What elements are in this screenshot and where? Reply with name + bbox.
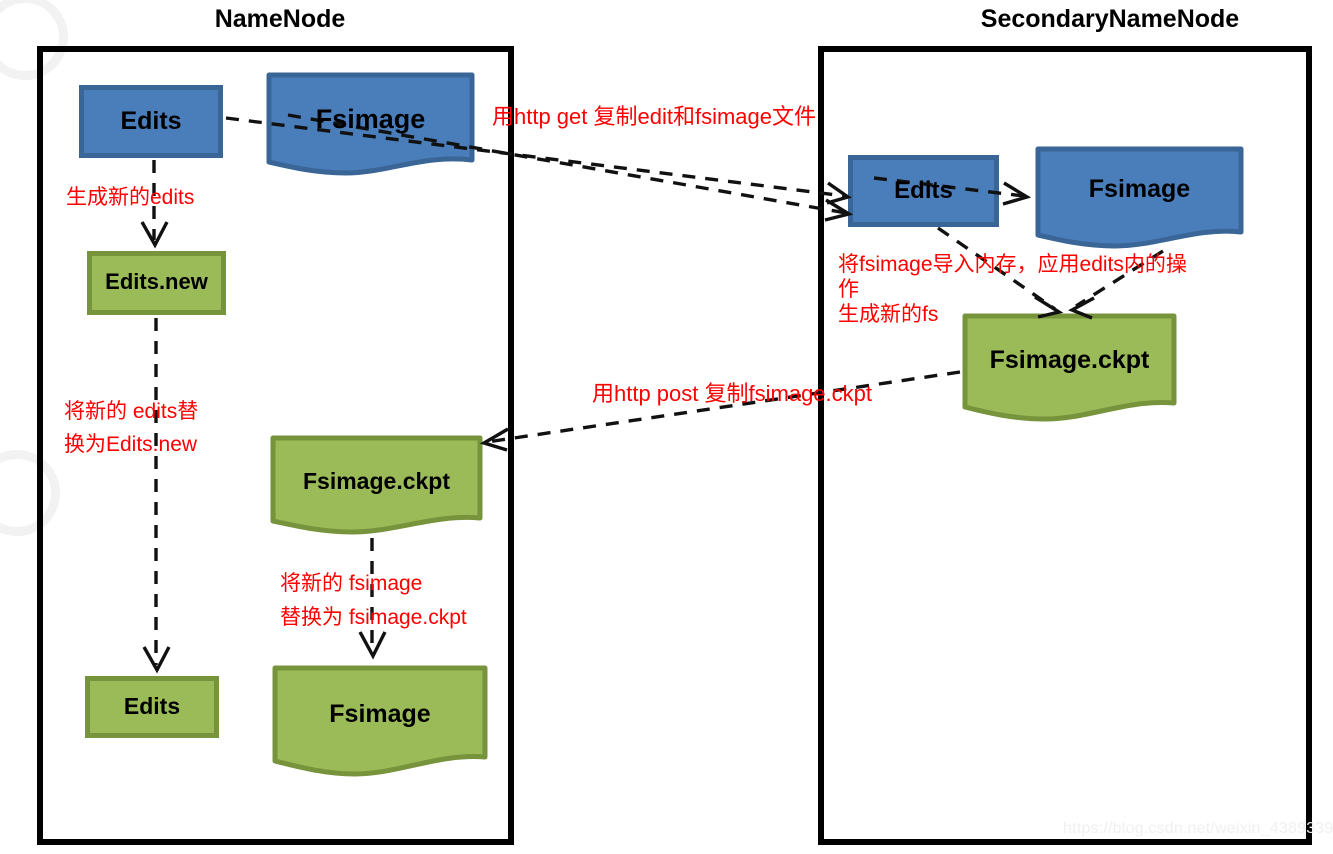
node-label: Fsimage bbox=[315, 104, 426, 134]
node-label: Edits bbox=[894, 177, 953, 204]
namenode-edits-final-node: Edits bbox=[85, 676, 219, 738]
diagram-canvas: NameNode SecondaryNameNode Edits Fsimage… bbox=[0, 0, 1333, 854]
annotation-merge-line2: 作 bbox=[838, 278, 859, 301]
snn-edits-node: Edits bbox=[848, 155, 999, 227]
node-label: Fsimage.ckpt bbox=[303, 468, 450, 494]
namenode-fsimage-ckpt-node: Fsimage.ckpt bbox=[270, 435, 483, 535]
annotation-replace-edits-line2: 换为Edits.new bbox=[64, 433, 198, 456]
node-label: Edits.new bbox=[105, 269, 208, 294]
annotation-merge-line1: 将fsimage导入内存，应用edits内的操 bbox=[838, 253, 1187, 276]
annotation-merge-line3: 生成新的fs bbox=[838, 303, 939, 326]
snn-fsimage-ckpt-node: Fsimage.ckpt bbox=[962, 313, 1177, 423]
annotation-http-get: 用http get 复制edit和fsimage文件 bbox=[492, 104, 817, 129]
secondarynamenode-title: SecondaryNameNode bbox=[980, 5, 1240, 33]
node-label: Edits bbox=[123, 693, 181, 719]
annotation-replace-edits-line1: 将新的 edits替 bbox=[64, 400, 199, 423]
namenode-edits-old-node: Edits bbox=[79, 85, 223, 158]
watermark-url: https://blog.csdn.net/weixin_43893397 bbox=[1063, 820, 1333, 837]
annotation-replace-fsimage-line1: 将新的 fsimage bbox=[280, 572, 423, 595]
node-label: Fsimage bbox=[1088, 175, 1191, 203]
snn-fsimage-node: Fsimage bbox=[1035, 146, 1244, 251]
node-label: Edits bbox=[120, 107, 182, 135]
namenode-fsimage-old-node: Fsimage bbox=[266, 72, 475, 177]
annotation-replace-fsimage-line2: 替换为 fsimage.ckpt bbox=[280, 606, 467, 629]
node-label: Fsimage bbox=[329, 700, 431, 728]
annotation-generate-new-edits: 生成新的edits bbox=[66, 186, 195, 209]
node-label: Fsimage.ckpt bbox=[989, 346, 1150, 374]
namenode-edits-new-node: Edits.new bbox=[87, 251, 226, 315]
namenode-title: NameNode bbox=[214, 5, 346, 33]
namenode-fsimage-final-node: Fsimage bbox=[272, 665, 488, 777]
annotation-http-post: 用http post 复制fsimage.ckpt bbox=[592, 381, 872, 406]
